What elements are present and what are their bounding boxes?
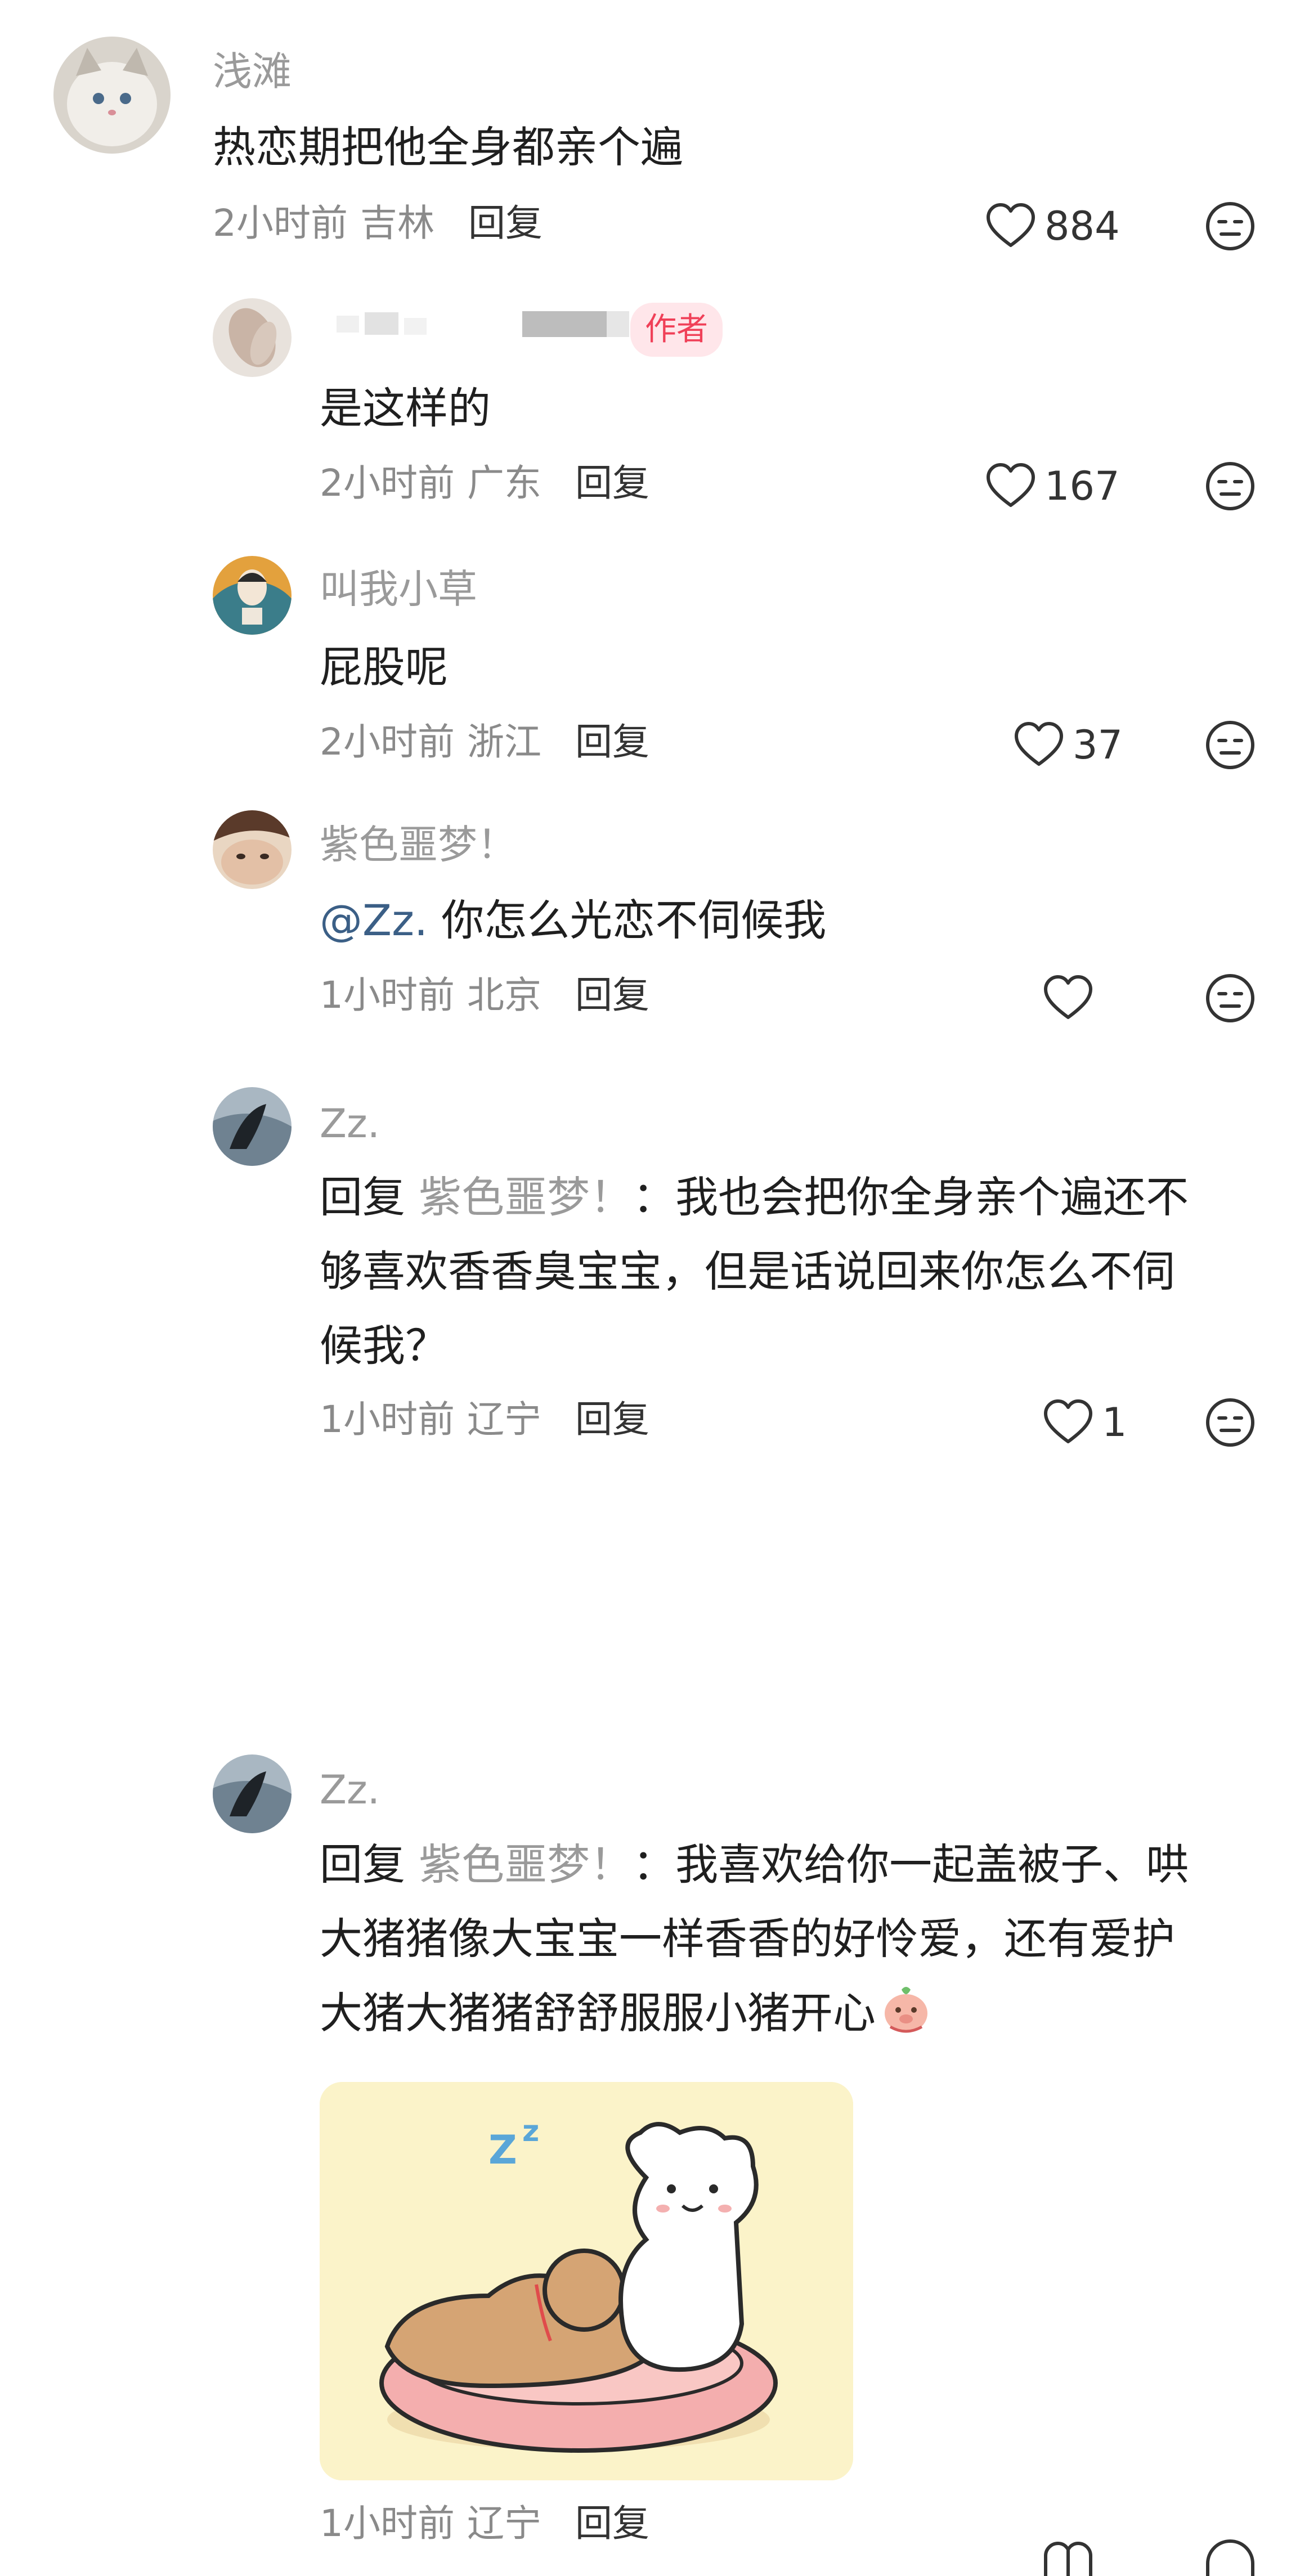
- like-count: 884: [1044, 203, 1120, 249]
- heart-icon: [987, 203, 1035, 247]
- reply-button[interactable]: 回复: [575, 1398, 649, 1441]
- comment-meta: 1小时前 辽宁 回复: [320, 1401, 649, 1438]
- comment-text: 是这样的: [320, 383, 491, 433]
- heart-icon: [1015, 722, 1063, 766]
- heart-icon: [1044, 975, 1092, 1019]
- comment-line-text: ：我喜欢给你一起盖被子、哄: [633, 1839, 1189, 1890]
- like-count: 37: [1073, 722, 1123, 768]
- heart-icon: [987, 463, 1035, 507]
- dislike-face-icon[interactable]: [1203, 459, 1257, 513]
- avatar-zisedemeng[interactable]: [213, 810, 292, 889]
- comment-location: 辽宁: [467, 2502, 541, 2545]
- like-count: 1: [1102, 1399, 1127, 1446]
- heart-icon: [1044, 1399, 1092, 1443]
- comment-body: 你怎么光恋不伺候我: [441, 895, 827, 945]
- comment-line: 回复 紫色噩梦！：我也会把你全身亲个遍还不: [320, 1160, 1254, 1235]
- comment-line: 候我？: [320, 1321, 448, 1371]
- dislike-face-icon[interactable]: [1203, 2537, 1257, 2576]
- svg-text:z: z: [522, 2115, 539, 2148]
- comment-meta: 2小时前 吉林 回复: [213, 205, 543, 242]
- comment-line-text: 大猪大猪猪舒舒服服小猪开心: [320, 1988, 876, 2038]
- comment-line-text: ：我也会把你全身亲个遍还不: [633, 1172, 1189, 1222]
- reply-to-name[interactable]: 紫色噩梦！: [419, 1839, 633, 1890]
- comment-location: 浙江: [467, 720, 541, 764]
- comment-line: 大猪大猪猪舒舒服服小猪开心: [320, 1976, 1254, 2050]
- comment-location: 北京: [467, 973, 541, 1017]
- like-button[interactable]: 884: [983, 198, 1120, 254]
- comment-meta: 1小时前 辽宁 回复: [320, 2505, 649, 2542]
- dislike-face-icon[interactable]: [1203, 1395, 1257, 1449]
- comment-text: 热恋期把他全身都亲个遍: [213, 122, 683, 172]
- reply-button[interactable]: 回复: [468, 201, 543, 245]
- sleeping-bears-sticker[interactable]: Z z: [320, 2082, 853, 2480]
- username[interactable]: Zz.: [320, 1770, 380, 1810]
- avatar-qiantan[interactable]: [53, 37, 171, 154]
- like-button[interactable]: 167: [983, 458, 1120, 514]
- blurred-username: [337, 311, 629, 337]
- comment-time: 2小时前: [320, 720, 455, 764]
- reply-prefix: 回复: [320, 1172, 405, 1222]
- piggy-emoji-icon: [885, 1987, 927, 2033]
- comment-meta: 2小时前 浙江 回复: [320, 724, 649, 761]
- comment-location: 广东: [467, 461, 541, 505]
- avatar-zz[interactable]: [213, 1087, 292, 1166]
- dislike-face-icon[interactable]: [1203, 199, 1257, 253]
- avatar-author[interactable]: [213, 298, 292, 377]
- comment-text: @Zz. 你怎么光恋不伺候我: [320, 883, 826, 958]
- dislike-face-icon[interactable]: [1203, 718, 1257, 772]
- heart-icon[interactable]: [1040, 2537, 1096, 2576]
- comment-time: 1小时前: [320, 1398, 455, 1441]
- reply-button[interactable]: 回复: [575, 720, 649, 764]
- comment-time: 1小时前: [320, 973, 455, 1017]
- author-badge: 作者: [630, 303, 723, 357]
- comment-meta: 1小时前 北京 回复: [320, 977, 649, 1014]
- reply-to-name[interactable]: 紫色噩梦！: [419, 1172, 633, 1222]
- username[interactable]: 叫我小草: [320, 569, 477, 609]
- like-button[interactable]: 37: [1011, 717, 1123, 773]
- comment-time: 2小时前: [213, 201, 348, 245]
- comment-line: 大猪猪像大宝宝一样香香的好怜爱，还有爱护: [320, 1914, 1175, 1964]
- avatar-zz[interactable]: [213, 1754, 292, 1833]
- reply-button[interactable]: 回复: [575, 461, 649, 505]
- comment-text: 屁股呢: [320, 642, 448, 692]
- comment-meta: 2小时前 广东 回复: [320, 465, 649, 502]
- username[interactable]: Zz.: [320, 1104, 380, 1143]
- mention-link[interactable]: @Zz.: [320, 895, 428, 945]
- comment-location: 吉林: [360, 201, 434, 245]
- like-button[interactable]: [1040, 970, 1102, 1026]
- svg-text:Z: Z: [488, 2127, 517, 2173]
- reply-button[interactable]: 回复: [575, 973, 649, 1017]
- username[interactable]: 浅滩: [213, 52, 292, 91]
- reply-prefix: 回复: [320, 1839, 405, 1890]
- comment-time: 1小时前: [320, 2502, 455, 2545]
- username[interactable]: 紫色噩梦！: [320, 825, 517, 864]
- avatar-jiaowoxiaocao[interactable]: [213, 556, 292, 635]
- comment-line: 够喜欢香香臭宝宝，但是话说回来你怎么不伺: [320, 1246, 1175, 1296]
- comment-text: 回复 紫色噩梦！：我喜欢给你一起盖被子、哄 大猪猪像大宝宝一样香香的好怜爱，还有…: [320, 1828, 1254, 2050]
- comment-location: 辽宁: [467, 1398, 541, 1441]
- comment-line: 回复 紫色噩梦！：我喜欢给你一起盖被子、哄: [320, 1828, 1254, 1902]
- comment-time: 2小时前: [320, 461, 455, 505]
- reply-button[interactable]: 回复: [575, 2502, 649, 2545]
- dislike-face-icon[interactable]: [1203, 971, 1257, 1025]
- like-count: 167: [1044, 463, 1120, 509]
- like-button[interactable]: 1: [1040, 1394, 1127, 1451]
- comment-text: 回复 紫色噩梦！：我也会把你全身亲个遍还不 够喜欢香香臭宝宝，但是话说回来你怎么…: [320, 1160, 1254, 1383]
